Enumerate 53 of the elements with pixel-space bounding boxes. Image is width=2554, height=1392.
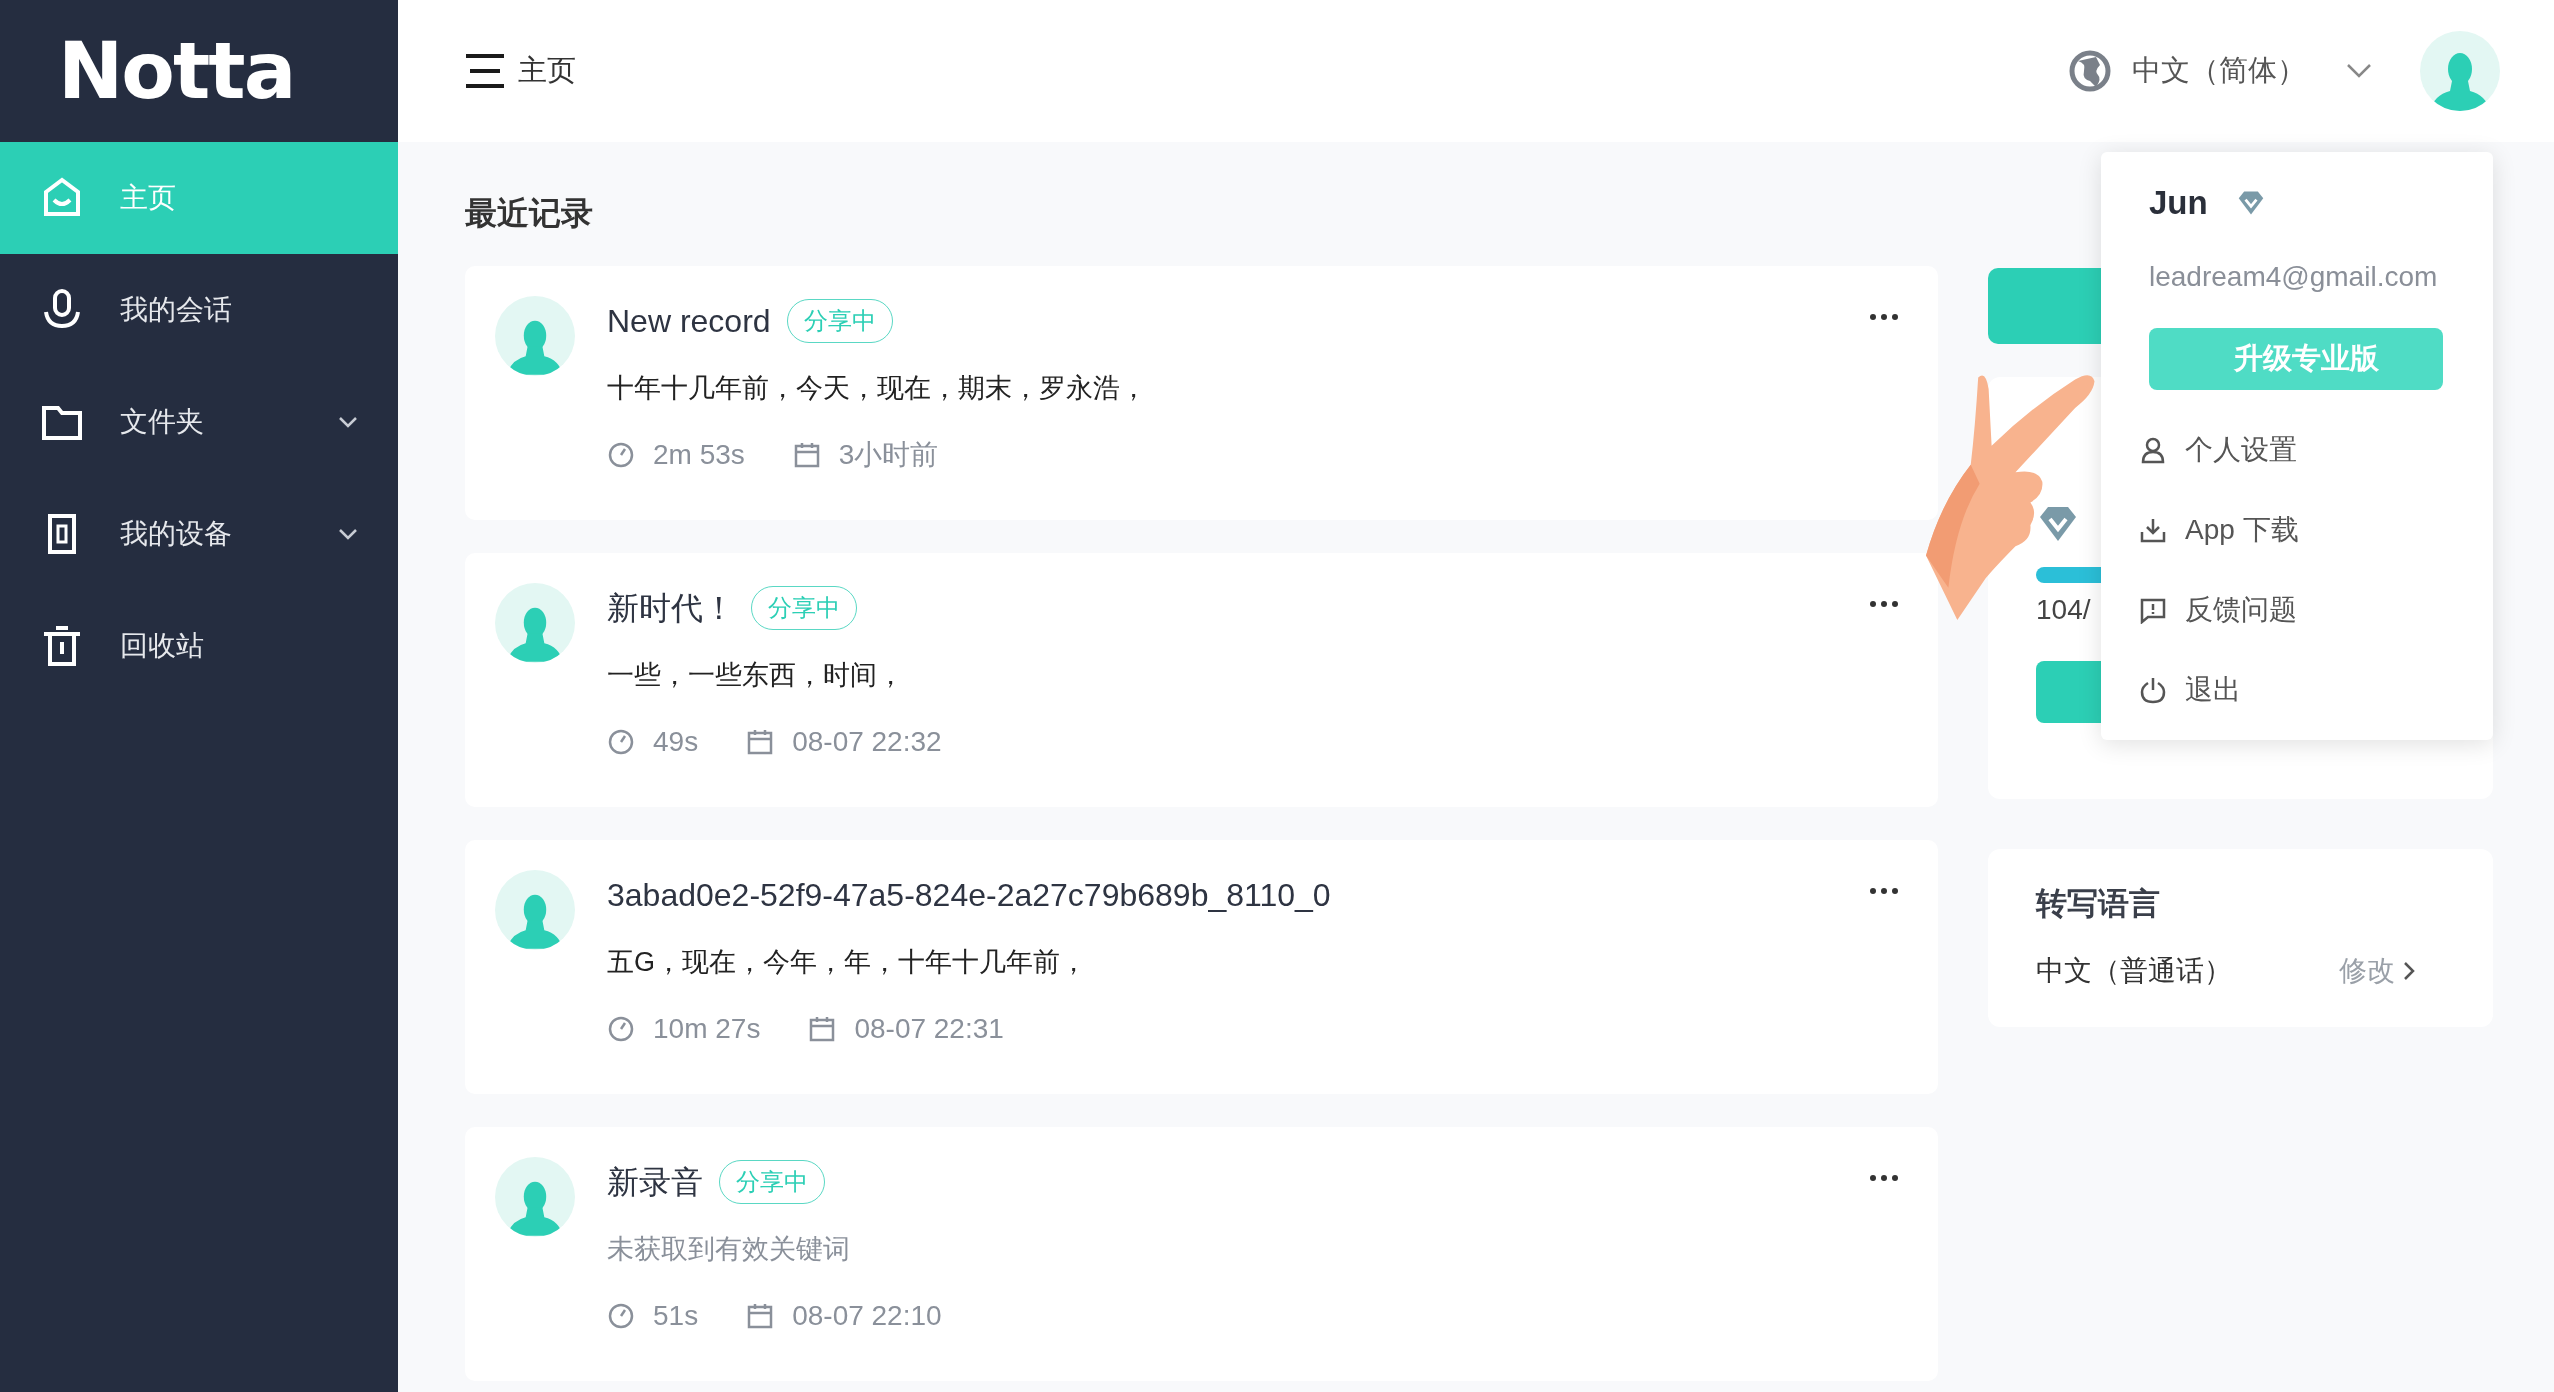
record-title: New record	[607, 302, 771, 341]
chevron-down-icon	[2346, 63, 2372, 79]
user-name: Jun	[2149, 183, 2208, 224]
duration: 10m 27s	[653, 1012, 761, 1046]
record-date: 08-07 22:10	[792, 1299, 942, 1333]
feedback-icon	[2139, 596, 2167, 624]
page-title: 主页	[518, 53, 576, 89]
clock-icon	[607, 1302, 635, 1330]
record-date: 3小时前	[838, 438, 939, 472]
clock-icon	[607, 1015, 635, 1043]
clock-icon	[607, 728, 635, 756]
duration: 51s	[653, 1299, 699, 1333]
calendar-icon	[746, 728, 775, 756]
record-card[interactable]: 新录音 分享中 未获取到有效关键词 51s 08-07 22:10	[465, 1127, 1938, 1381]
duration: 2m 53s	[653, 438, 745, 472]
download-icon	[2139, 516, 2167, 544]
card-title: 转写语言	[2036, 885, 2161, 923]
menu-item[interactable]: App 下载	[2139, 490, 2445, 570]
power-icon	[2139, 676, 2167, 704]
clock-icon	[607, 441, 635, 469]
logo: Notta	[58, 32, 295, 110]
record-title: 3abad0e2-52f9-47a5-824e-2a27c79b689b_8110_0	[607, 876, 1331, 915]
chevron-right-icon	[2403, 960, 2415, 981]
language-selector[interactable]: 中文（简体）	[2068, 49, 2372, 93]
calendar-icon	[792, 441, 821, 469]
language-value: 中文（普通话）	[2036, 953, 2232, 988]
record-title: 新录音	[607, 1163, 703, 1202]
record-card[interactable]: 新时代！ 分享中 一些，一些东西，时间， 49s 08-07 22:32	[465, 553, 1938, 807]
menu-item[interactable]: 个人设置	[2139, 410, 2445, 490]
record-card[interactable]: New record 分享中 十年十几年前，今天，现在，期末，罗永浩， 2m 53s 3小时前	[465, 266, 1938, 520]
section-heading: 最近记录	[465, 194, 594, 233]
duration: 49s	[653, 725, 699, 759]
record-date: 08-07 22:32	[792, 725, 942, 759]
user-email: leadream4@gmail.com	[2149, 260, 2439, 294]
person-icon	[2139, 436, 2167, 464]
record-title: 新时代！	[607, 589, 735, 628]
menu-item[interactable]: 反馈问题	[2139, 570, 2445, 650]
sidebar-item[interactable]: 回收站	[0, 590, 398, 702]
record-summary: 五G，现在，今年，年，十年十几年前，	[607, 946, 1088, 979]
record-card[interactable]: 3abad0e2-52f9-47a5-824e-2a27c79b689b_8110_0 五G，现在，今年，年，十年十几年前， 10m 27s 08-07 22:31	[465, 840, 1938, 1094]
calendar-icon	[746, 1302, 775, 1330]
menu-icon[interactable]	[466, 54, 504, 88]
usage-count: 104/	[2036, 593, 2091, 627]
record-summary: 未获取到有效关键词	[607, 1233, 851, 1266]
sidebar-item[interactable]: 我的会话	[0, 254, 398, 366]
menu-item[interactable]: 退出	[2139, 650, 2445, 730]
record-summary: 十年十几年前，今天，现在，期末，罗永浩，	[607, 372, 1148, 405]
sidebar-item[interactable]: 文件夹	[0, 366, 398, 478]
sidebar-item[interactable]: 我的设备	[0, 478, 398, 590]
record-date: 08-07 22:31	[854, 1012, 1004, 1046]
calendar-icon	[808, 1015, 837, 1043]
globe-icon	[2068, 49, 2112, 93]
record-summary: 一些，一些东西，时间，	[607, 659, 905, 692]
